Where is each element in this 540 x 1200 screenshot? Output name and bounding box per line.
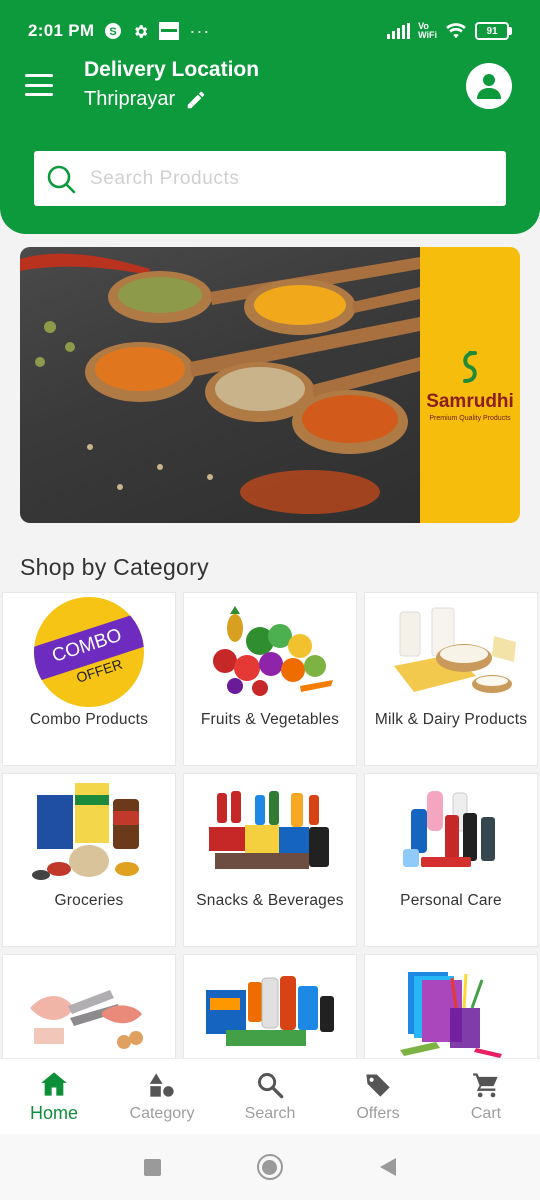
profile-avatar-button[interactable] bbox=[466, 63, 512, 109]
meat-fish-image bbox=[3, 963, 175, 1065]
nav-cart-label: Cart bbox=[470, 1105, 502, 1122]
app-screen: 2:01 PM S ··· Vo WiFi 91 Delivery Locatio… bbox=[0, 0, 540, 1200]
app-notification-icon bbox=[159, 22, 180, 40]
delivery-location-selector[interactable]: Thriprayar bbox=[84, 88, 207, 111]
nav-search-label: Search bbox=[244, 1105, 296, 1122]
battery-icon: 91 bbox=[475, 22, 512, 40]
fruits-vegetables-image bbox=[184, 601, 356, 703]
spices-banner-image bbox=[20, 247, 420, 523]
search-icon bbox=[47, 165, 76, 193]
snacks-beverages-image bbox=[184, 782, 356, 884]
samrudhi-logo-icon bbox=[463, 350, 477, 383]
nav-cart[interactable]: Cart bbox=[432, 1059, 540, 1134]
delivery-location-value: Thriprayar bbox=[84, 88, 176, 110]
category-label: Groceries bbox=[54, 892, 124, 909]
category-card-personal-care[interactable]: Personal Care bbox=[364, 773, 538, 947]
stationery-image bbox=[365, 963, 537, 1065]
section-title: Shop by Category bbox=[20, 554, 209, 580]
dairy-products-image bbox=[365, 601, 537, 703]
user-icon bbox=[477, 74, 501, 99]
status-time: 2:01 PM bbox=[28, 21, 95, 40]
offers-tag-icon bbox=[366, 1074, 390, 1097]
category-card-dairy[interactable]: Milk & Dairy Products bbox=[364, 592, 538, 766]
volte-wifi-label: Vo WiFi bbox=[418, 22, 437, 40]
status-bar: 2:01 PM S ··· Vo WiFi 91 bbox=[28, 18, 512, 44]
app-header: 2:01 PM S ··· Vo WiFi 91 Delivery Locatio… bbox=[0, 0, 540, 234]
combo-offer-badge: COMBO OFFER bbox=[3, 597, 175, 707]
category-card-groceries[interactable]: Groceries bbox=[2, 773, 176, 947]
battery-level: 91 bbox=[475, 22, 509, 40]
search-icon bbox=[258, 1073, 284, 1099]
category-card-combo[interactable]: COMBO OFFER Combo Products bbox=[2, 592, 176, 766]
skype-icon: S bbox=[105, 23, 122, 39]
back-button[interactable] bbox=[379, 1157, 397, 1177]
delivery-location-title: Delivery Location bbox=[84, 58, 260, 81]
svg-text:S: S bbox=[110, 26, 117, 38]
system-navigation-bar bbox=[0, 1134, 540, 1200]
recent-apps-button[interactable] bbox=[143, 1158, 161, 1176]
nav-offers[interactable]: Offers bbox=[324, 1059, 432, 1134]
edit-pencil-icon[interactable] bbox=[185, 89, 207, 111]
household-cleaning-image bbox=[184, 963, 356, 1065]
personal-care-image bbox=[365, 782, 537, 884]
category-label: Snacks & Beverages bbox=[196, 892, 344, 909]
category-label: Milk & Dairy Products bbox=[374, 711, 528, 728]
nav-category-label: Category bbox=[129, 1105, 195, 1122]
cart-icon bbox=[473, 1073, 498, 1098]
groceries-image bbox=[3, 782, 175, 884]
home-button[interactable] bbox=[256, 1154, 283, 1180]
brand-name: Samrudhi bbox=[426, 390, 514, 412]
nav-home[interactable]: Home bbox=[0, 1059, 108, 1134]
gear-icon bbox=[135, 24, 148, 38]
hamburger-menu-icon[interactable] bbox=[25, 74, 53, 96]
nav-home-label: Home bbox=[29, 1103, 78, 1123]
wifi-calling-label: WiFi bbox=[418, 30, 437, 40]
search-input[interactable] bbox=[90, 167, 470, 190]
signal-icon bbox=[387, 23, 411, 39]
banner-brand-panel: Samrudhi Premium Quality Products bbox=[420, 247, 520, 523]
nav-category[interactable]: Category bbox=[108, 1059, 216, 1134]
category-label: Combo Products bbox=[29, 711, 149, 728]
nav-offers-label: Offers bbox=[356, 1105, 400, 1122]
category-icon bbox=[149, 1073, 174, 1097]
category-card-fruits-vegetables[interactable]: Fruits & Vegetables bbox=[183, 592, 357, 766]
wifi-icon bbox=[446, 23, 466, 39]
search-bar[interactable] bbox=[34, 151, 506, 206]
system-status-icons: Vo WiFi 91 bbox=[387, 22, 512, 40]
home-icon bbox=[41, 1072, 67, 1096]
more-notifications-icon: ··· bbox=[189, 20, 211, 41]
category-card-snacks-beverages[interactable]: Snacks & Beverages bbox=[183, 773, 357, 947]
category-label: Personal Care bbox=[400, 892, 502, 909]
brand-tagline: Premium Quality Products bbox=[429, 414, 511, 422]
notification-icons: S ··· bbox=[104, 21, 210, 42]
category-label: Fruits & Vegetables bbox=[200, 711, 340, 728]
category-grid: COMBO OFFER Combo Products Fruits & Vege… bbox=[2, 592, 539, 1128]
promo-banner[interactable]: Samrudhi Premium Quality Products bbox=[20, 247, 520, 523]
nav-search[interactable]: Search bbox=[216, 1059, 324, 1134]
bottom-navigation: Home Category Search Offers Cart bbox=[0, 1058, 540, 1134]
